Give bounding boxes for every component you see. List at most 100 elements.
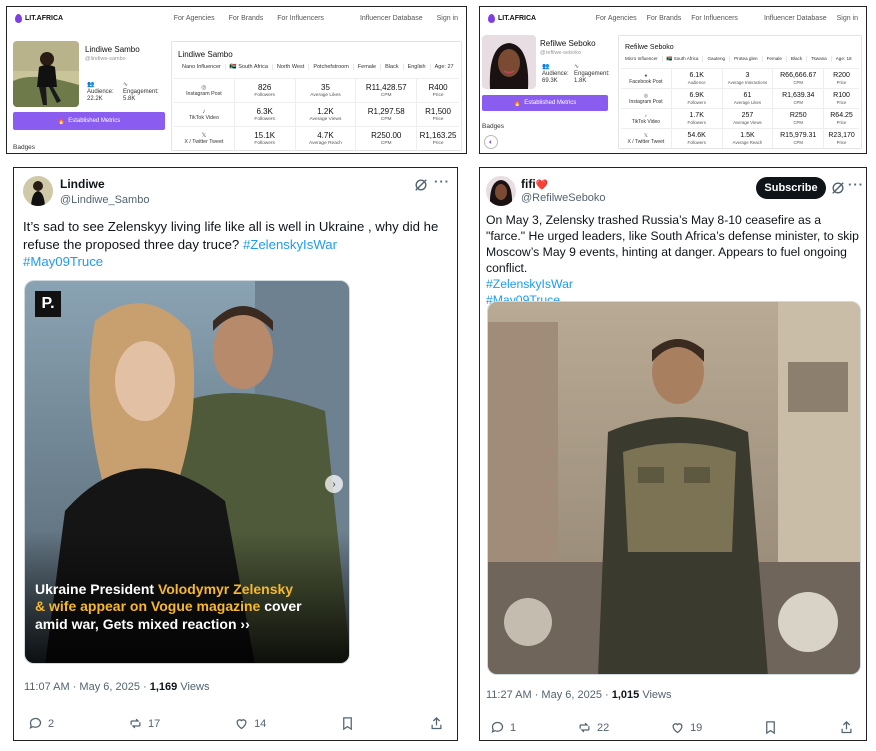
share-button[interactable] — [839, 720, 854, 735]
tag: Black — [787, 56, 808, 62]
profile-name: Refilwe Seboko — [540, 39, 596, 48]
grok-icon[interactable] — [831, 181, 845, 195]
display-name[interactable]: fifi❤️ — [521, 177, 548, 191]
heart-icon — [672, 723, 683, 734]
established-metrics-button[interactable]: 🔥 Established Metrics — [482, 95, 608, 111]
stats-row-instagram: ◎ Instagram Post 6.9K Followers 61 Average … — [621, 88, 859, 108]
instagram-icon: ◎ — [201, 85, 207, 91]
avatar[interactable] — [23, 176, 53, 206]
more-options-icon[interactable]: ··· — [848, 177, 864, 192]
engagement-stat: ∿ Engagement: 1.8K — [574, 64, 610, 84]
display-name[interactable]: Lindiwe — [60, 177, 105, 191]
tweet-panel-lindiwe: Lindiwe @Lindiwe_Sambo ··· It’s sad to s… — [13, 167, 458, 741]
tag: Female — [763, 56, 787, 62]
nav-for-influencers[interactable]: For Influencers — [277, 15, 324, 22]
nav-for-brands[interactable]: For Brands — [647, 15, 682, 22]
x-icon: 𝕏 — [201, 133, 207, 139]
views-count: 1,015 — [611, 689, 640, 701]
tag: Black — [381, 64, 404, 70]
nav-sign-in[interactable]: Sign in — [837, 15, 858, 22]
tweet-panel-fifi: fifi❤️ @RefilweSeboko Subscribe ··· On M… — [479, 167, 867, 741]
nav-influencer-database[interactable]: Influencer Database — [360, 15, 423, 22]
nav-for-brands[interactable]: For Brands — [229, 15, 264, 22]
avatar[interactable] — [486, 176, 516, 206]
profile-name: Lindiwe Sambo — [85, 45, 140, 54]
tweet-actions: 2 17 14 — [28, 716, 444, 731]
audience-stat: 👥 Audience: 69.3K — [542, 64, 569, 84]
flame-icon: 🔥 — [513, 100, 522, 107]
bookmark-button[interactable] — [763, 720, 778, 735]
share-button[interactable] — [429, 716, 444, 731]
card-name: Lindiwe Sambo — [178, 50, 233, 59]
hashtag-link[interactable]: #ZelenskyIsWar — [486, 277, 573, 291]
stats-row-tiktok: ♪ TikTok Video 1.7K Followers 257 Average V… — [621, 108, 859, 128]
platform-stats-grid: ◎ Instagram Post 826 Followers 35 Average L… — [174, 78, 459, 150]
nav-sign-in[interactable]: Sign in — [437, 15, 458, 22]
badge-icon[interactable]: ◐ — [484, 135, 498, 149]
tag: Age: 18 — [835, 56, 852, 61]
profile-photo — [13, 41, 79, 107]
tag: Micro Influencer — [621, 56, 663, 62]
reply-button[interactable]: 2 — [28, 716, 54, 731]
views-count: 1,169 — [149, 681, 178, 693]
activity-icon: ∿ — [123, 82, 129, 88]
nav-for-agencies[interactable]: For Agencies — [596, 15, 637, 22]
engagement-stat: ∿ Engagement: 5.8K — [123, 82, 159, 102]
badges-label: Badges — [13, 144, 36, 151]
image-caption: Ukraine President Volodymyr Zelensky & w… — [35, 580, 302, 632]
stats-row-x: 𝕏X / Twitter Tweet 54.6K Followers 1.5K Av… — [621, 128, 859, 148]
tweet-timestamp[interactable]: 11:07 AM · May 6, 2025 · 1,169 Views — [24, 681, 209, 693]
subscribe-button[interactable]: Subscribe — [756, 177, 826, 199]
nav-for-agencies[interactable]: For Agencies — [174, 15, 215, 22]
tweet-image[interactable] — [487, 301, 861, 675]
flame-icon: 🔥 — [57, 118, 66, 125]
lit-logo[interactable]: LIT.AFRICA — [488, 13, 536, 23]
tweet-timestamp[interactable]: 11:27 AM · May 6, 2025 · 1,015 Views — [486, 689, 671, 701]
lit-navbar: LIT.AFRICA For Agencies For Brands For I… — [480, 7, 866, 29]
tweet-text: On May 3, Zelensky trashed Russia’s May … — [486, 213, 859, 307]
profile-handle: @refilwe-seboko — [540, 50, 582, 56]
like-button[interactable]: 19 — [670, 720, 702, 735]
profile-handle: @lindiwe-sambo — [85, 56, 126, 62]
repost-icon — [579, 722, 590, 733]
nav-for-influencers[interactable]: For Influencers — [691, 15, 738, 22]
hashtag-link[interactable]: #ZelenskyIsWar — [243, 237, 337, 252]
profile-tags: Micro Influencer 🇿🇦 South Africa Gauteng… — [621, 56, 856, 62]
bookmark-icon — [343, 717, 353, 731]
reply-button[interactable]: 1 — [490, 720, 516, 735]
reply-icon — [491, 721, 504, 734]
profile-photo — [482, 35, 536, 89]
tweet-image[interactable]: P. › Ukraine President Volodymyr Zelensk… — [24, 280, 350, 664]
badges-label: Badges — [482, 123, 505, 130]
tweet-text: It’s sad to see Zelenskyy living life li… — [23, 219, 439, 269]
carousel-next-icon[interactable]: › — [325, 475, 343, 493]
user-handle[interactable]: @RefilweSeboko — [521, 192, 606, 204]
audience-stat: 👥 Audience: 22.2K — [87, 82, 114, 102]
profile-tags: Nano Influencer 🇿🇦 South Africa North We… — [178, 64, 458, 70]
tag: North West — [273, 64, 310, 70]
tag: Age: 27 — [434, 64, 454, 70]
grok-icon[interactable] — [414, 178, 428, 192]
nav-influencer-database[interactable]: Influencer Database — [764, 15, 827, 22]
established-metrics-button[interactable]: 🔥 Established Metrics — [13, 112, 165, 130]
tag: 🇿🇦 South Africa — [663, 56, 704, 62]
bookmark-button[interactable] — [340, 716, 355, 731]
more-options-icon[interactable]: ··· — [434, 174, 450, 189]
user-handle[interactable]: @Lindiwe_Sambo — [60, 194, 149, 206]
tweet-actions: 1 22 19 — [490, 720, 854, 735]
tag: Tswana — [807, 56, 832, 62]
tag: Gauteng — [703, 56, 731, 62]
tag: 🇿🇦 South Africa — [226, 64, 273, 70]
influencer-stats-card: Refilwe Seboko Micro Influencer 🇿🇦 South… — [618, 35, 862, 149]
tag: Protea glen — [730, 56, 763, 62]
flame-icon — [488, 13, 495, 23]
tag: Nano Influencer — [178, 64, 226, 70]
lit-logo[interactable]: LIT.AFRICA — [15, 13, 63, 23]
card-name: Refilwe Seboko — [625, 44, 674, 51]
repost-button[interactable]: 17 — [128, 716, 160, 731]
stats-row-instagram: ◎ Instagram Post 826 Followers 35 Average L… — [174, 78, 459, 102]
hashtag-link[interactable]: #May09Truce — [23, 254, 103, 269]
like-button[interactable]: 14 — [234, 716, 266, 731]
repost-button[interactable]: 22 — [577, 720, 609, 735]
lit-navbar: LIT.AFRICA For Agencies For Brands For I… — [7, 7, 466, 29]
